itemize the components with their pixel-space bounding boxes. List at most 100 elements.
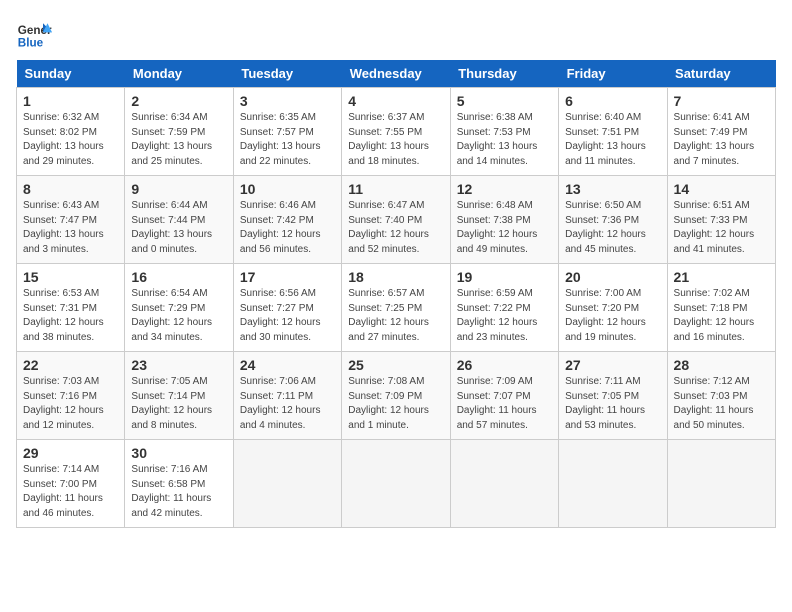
day-number: 20 bbox=[565, 269, 660, 285]
cell-info: Sunrise: 6:54 AMSunset: 7:29 PMDaylight:… bbox=[131, 287, 226, 345]
day-number: 9 bbox=[131, 181, 226, 197]
day-number: 6 bbox=[565, 93, 660, 109]
cell-info: Sunrise: 6:47 AMSunset: 7:40 PMDaylight:… bbox=[348, 199, 443, 257]
calendar-cell: 8 Sunrise: 6:43 AMSunset: 7:47 PMDaylight… bbox=[17, 176, 125, 264]
calendar-cell bbox=[450, 440, 558, 528]
logo: General Blue bbox=[16, 16, 52, 52]
calendar-cell: 16 Sunrise: 6:54 AMSunset: 7:29 PMDayligh… bbox=[125, 264, 233, 352]
calendar-cell: 6 Sunrise: 6:40 AMSunset: 7:51 PMDaylight… bbox=[559, 88, 667, 176]
calendar-cell bbox=[559, 440, 667, 528]
calendar-week-2: 8 Sunrise: 6:43 AMSunset: 7:47 PMDaylight… bbox=[17, 176, 776, 264]
cell-info: Sunrise: 7:08 AMSunset: 7:09 PMDaylight:… bbox=[348, 375, 443, 433]
cell-info: Sunrise: 7:00 AMSunset: 7:20 PMDaylight:… bbox=[565, 287, 660, 345]
day-number: 1 bbox=[23, 93, 118, 109]
calendar-cell: 27Sunrise: 7:11 AMSunset: 7:05 PMDayligh… bbox=[559, 352, 667, 440]
logo-icon: General Blue bbox=[16, 16, 52, 52]
calendar-cell: 19 Sunrise: 6:59 AMSunset: 7:22 PMDayligh… bbox=[450, 264, 558, 352]
day-number: 17 bbox=[240, 269, 335, 285]
cell-info: Sunrise: 7:16 AMSunset: 6:58 PMDaylight:… bbox=[131, 463, 226, 521]
calendar-cell: 30Sunrise: 7:16 AMSunset: 6:58 PMDayligh… bbox=[125, 440, 233, 528]
cell-info: Sunrise: 6:46 AMSunset: 7:42 PMDaylight:… bbox=[240, 199, 335, 257]
day-number: 26 bbox=[457, 357, 552, 373]
col-header-sunday: Sunday bbox=[17, 60, 125, 88]
col-header-tuesday: Tuesday bbox=[233, 60, 341, 88]
day-number: 16 bbox=[131, 269, 226, 285]
cell-info: Sunrise: 6:50 AMSunset: 7:36 PMDaylight:… bbox=[565, 199, 660, 257]
calendar-cell bbox=[667, 440, 775, 528]
svg-text:Blue: Blue bbox=[18, 37, 44, 50]
calendar-cell: 18 Sunrise: 6:57 AMSunset: 7:25 PMDayligh… bbox=[342, 264, 450, 352]
col-header-wednesday: Wednesday bbox=[342, 60, 450, 88]
day-number: 11 bbox=[348, 181, 443, 197]
day-number: 28 bbox=[674, 357, 769, 373]
calendar-cell: 23 Sunrise: 7:05 AMSunset: 7:14 PMDayligh… bbox=[125, 352, 233, 440]
calendar-cell: 1 Sunrise: 6:32 AMSunset: 8:02 PMDaylight… bbox=[17, 88, 125, 176]
cell-info: Sunrise: 7:05 AMSunset: 7:14 PMDaylight:… bbox=[131, 375, 226, 433]
calendar-week-4: 22 Sunrise: 7:03 AMSunset: 7:16 PMDayligh… bbox=[17, 352, 776, 440]
day-number: 18 bbox=[348, 269, 443, 285]
day-number: 29 bbox=[23, 445, 118, 461]
calendar-cell: 5Sunrise: 6:38 AMSunset: 7:53 PMDaylight… bbox=[450, 88, 558, 176]
calendar-cell: 3 Sunrise: 6:35 AMSunset: 7:57 PMDaylight… bbox=[233, 88, 341, 176]
cell-info: Sunrise: 6:34 AMSunset: 7:59 PMDaylight:… bbox=[131, 111, 226, 169]
page-header: General Blue bbox=[16, 16, 776, 52]
col-header-thursday: Thursday bbox=[450, 60, 558, 88]
cell-info: Sunrise: 6:32 AMSunset: 8:02 PMDaylight:… bbox=[23, 111, 118, 169]
calendar-cell: 29 Sunrise: 7:14 AMSunset: 7:00 PMDayligh… bbox=[17, 440, 125, 528]
calendar-cell: 14 Sunrise: 6:51 AMSunset: 7:33 PMDayligh… bbox=[667, 176, 775, 264]
cell-info: Sunrise: 7:06 AMSunset: 7:11 PMDaylight:… bbox=[240, 375, 335, 433]
cell-info: Sunrise: 6:37 AMSunset: 7:55 PMDaylight:… bbox=[348, 111, 443, 169]
day-number: 12 bbox=[457, 181, 552, 197]
calendar-cell bbox=[342, 440, 450, 528]
day-number: 10 bbox=[240, 181, 335, 197]
calendar-cell: 15 Sunrise: 6:53 AMSunset: 7:31 PMDayligh… bbox=[17, 264, 125, 352]
cell-info: Sunrise: 6:35 AMSunset: 7:57 PMDaylight:… bbox=[240, 111, 335, 169]
calendar-table: SundayMondayTuesdayWednesdayThursdayFrid… bbox=[16, 60, 776, 528]
cell-info: Sunrise: 7:14 AMSunset: 7:00 PMDaylight:… bbox=[23, 463, 118, 521]
calendar-cell: 7Sunrise: 6:41 AMSunset: 7:49 PMDaylight… bbox=[667, 88, 775, 176]
calendar-cell: 20 Sunrise: 7:00 AMSunset: 7:20 PMDayligh… bbox=[559, 264, 667, 352]
cell-info: Sunrise: 6:53 AMSunset: 7:31 PMDaylight:… bbox=[23, 287, 118, 345]
day-number: 22 bbox=[23, 357, 118, 373]
day-number: 7 bbox=[674, 93, 769, 109]
cell-info: Sunrise: 6:40 AMSunset: 7:51 PMDaylight:… bbox=[565, 111, 660, 169]
day-number: 23 bbox=[131, 357, 226, 373]
calendar-week-3: 15 Sunrise: 6:53 AMSunset: 7:31 PMDayligh… bbox=[17, 264, 776, 352]
calendar-cell: 28 Sunrise: 7:12 AMSunset: 7:03 PMDayligh… bbox=[667, 352, 775, 440]
cell-info: Sunrise: 7:11 AMSunset: 7:05 PMDaylight:… bbox=[565, 375, 660, 433]
calendar-cell: 22 Sunrise: 7:03 AMSunset: 7:16 PMDayligh… bbox=[17, 352, 125, 440]
day-number: 25 bbox=[348, 357, 443, 373]
cell-info: Sunrise: 7:02 AMSunset: 7:18 PMDaylight:… bbox=[674, 287, 769, 345]
cell-info: Sunrise: 7:09 AMSunset: 7:07 PMDaylight:… bbox=[457, 375, 552, 433]
calendar-cell: 9 Sunrise: 6:44 AMSunset: 7:44 PMDaylight… bbox=[125, 176, 233, 264]
calendar-cell: 24Sunrise: 7:06 AMSunset: 7:11 PMDayligh… bbox=[233, 352, 341, 440]
calendar-cell: 11 Sunrise: 6:47 AMSunset: 7:40 PMDayligh… bbox=[342, 176, 450, 264]
cell-info: Sunrise: 6:56 AMSunset: 7:27 PMDaylight:… bbox=[240, 287, 335, 345]
calendar-week-5: 29 Sunrise: 7:14 AMSunset: 7:00 PMDayligh… bbox=[17, 440, 776, 528]
cell-info: Sunrise: 7:12 AMSunset: 7:03 PMDaylight:… bbox=[674, 375, 769, 433]
day-number: 19 bbox=[457, 269, 552, 285]
day-number: 14 bbox=[674, 181, 769, 197]
col-header-saturday: Saturday bbox=[667, 60, 775, 88]
day-number: 13 bbox=[565, 181, 660, 197]
day-number: 8 bbox=[23, 181, 118, 197]
cell-info: Sunrise: 6:51 AMSunset: 7:33 PMDaylight:… bbox=[674, 199, 769, 257]
calendar-cell bbox=[233, 440, 341, 528]
cell-info: Sunrise: 7:03 AMSunset: 7:16 PMDaylight:… bbox=[23, 375, 118, 433]
calendar-cell: 2 Sunrise: 6:34 AMSunset: 7:59 PMDaylight… bbox=[125, 88, 233, 176]
cell-info: Sunrise: 6:48 AMSunset: 7:38 PMDaylight:… bbox=[457, 199, 552, 257]
calendar-cell: 12 Sunrise: 6:48 AMSunset: 7:38 PMDayligh… bbox=[450, 176, 558, 264]
day-number: 2 bbox=[131, 93, 226, 109]
day-number: 3 bbox=[240, 93, 335, 109]
calendar-cell: 26 Sunrise: 7:09 AMSunset: 7:07 PMDayligh… bbox=[450, 352, 558, 440]
calendar-cell: 13 Sunrise: 6:50 AMSunset: 7:36 PMDayligh… bbox=[559, 176, 667, 264]
day-number: 4 bbox=[348, 93, 443, 109]
cell-info: Sunrise: 6:43 AMSunset: 7:47 PMDaylight:… bbox=[23, 199, 118, 257]
cell-info: Sunrise: 6:57 AMSunset: 7:25 PMDaylight:… bbox=[348, 287, 443, 345]
cell-info: Sunrise: 6:59 AMSunset: 7:22 PMDaylight:… bbox=[457, 287, 552, 345]
day-number: 5 bbox=[457, 93, 552, 109]
calendar-cell: 10 Sunrise: 6:46 AMSunset: 7:42 PMDayligh… bbox=[233, 176, 341, 264]
day-number: 15 bbox=[23, 269, 118, 285]
calendar-cell: 25 Sunrise: 7:08 AMSunset: 7:09 PMDayligh… bbox=[342, 352, 450, 440]
cell-info: Sunrise: 6:44 AMSunset: 7:44 PMDaylight:… bbox=[131, 199, 226, 257]
